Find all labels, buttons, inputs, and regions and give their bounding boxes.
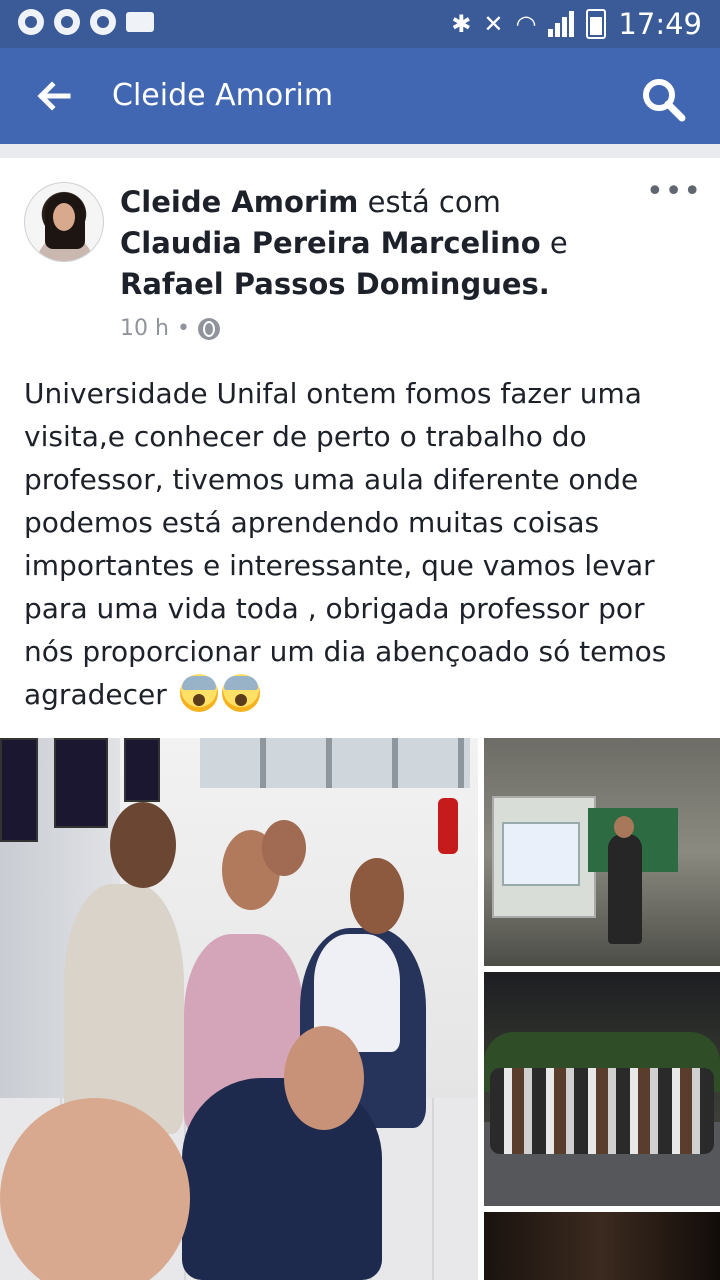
screaming-face-emoji	[221, 674, 260, 712]
end-punct: .	[538, 267, 550, 301]
more-options-button[interactable]: •••	[646, 177, 701, 210]
photo-group-selfie[interactable]	[0, 738, 478, 1280]
post-card: Cleide Amorim está com Claudia Pereira M…	[0, 158, 720, 1280]
app-bar: Cleide Amorim	[0, 48, 720, 144]
avatar[interactable]	[24, 182, 104, 262]
sync-icon	[54, 9, 80, 35]
tagged-user-1[interactable]: Claudia Pereira Marcelino	[120, 226, 541, 260]
wifi-icon: ◠	[515, 10, 537, 38]
and-text: e	[540, 226, 568, 260]
photo-dark[interactable]	[484, 1212, 720, 1280]
notification-icons	[18, 9, 154, 35]
chrome-icon	[18, 9, 44, 35]
author-name[interactable]: Cleide Amorim	[120, 185, 358, 219]
post-time[interactable]: 10 h	[120, 314, 169, 344]
post-body-text: Universidade Unifal ontem fomos fazer um…	[24, 377, 667, 711]
back-button[interactable]	[30, 72, 78, 120]
facebook-notification-icon	[90, 9, 116, 35]
screaming-face-emoji	[179, 674, 218, 712]
arrow-left-icon	[37, 81, 71, 111]
page-title: Cleide Amorim	[112, 78, 334, 113]
photo-classroom[interactable]	[484, 738, 720, 966]
system-icons: ✱ ✕ ◠ 17:49	[451, 6, 702, 42]
with-text: está com	[358, 185, 501, 219]
status-bar: ✱ ✕ ◠ 17:49	[0, 0, 720, 48]
more-horizontal-icon: •••	[646, 174, 703, 209]
status-time: 17:49	[618, 7, 702, 41]
mail-icon	[126, 12, 154, 32]
photo-group-night[interactable]	[484, 972, 720, 1206]
meta-separator: •	[176, 316, 190, 341]
search-button[interactable]	[636, 72, 692, 128]
post-text: Universidade Unifal ontem fomos fazer um…	[24, 372, 696, 716]
bluetooth-icon: ✱	[451, 10, 472, 38]
battery-icon	[586, 9, 607, 39]
tagged-user-2[interactable]: Rafael Passos Domingues	[120, 267, 539, 301]
search-icon	[643, 79, 686, 122]
post-header: Cleide Amorim está com Claudia Pereira M…	[120, 182, 620, 305]
cell-signal-icon	[548, 11, 575, 37]
globe-icon[interactable]	[197, 318, 220, 340]
post-meta: 10 h •	[120, 314, 220, 344]
mute-icon: ✕	[483, 10, 504, 38]
